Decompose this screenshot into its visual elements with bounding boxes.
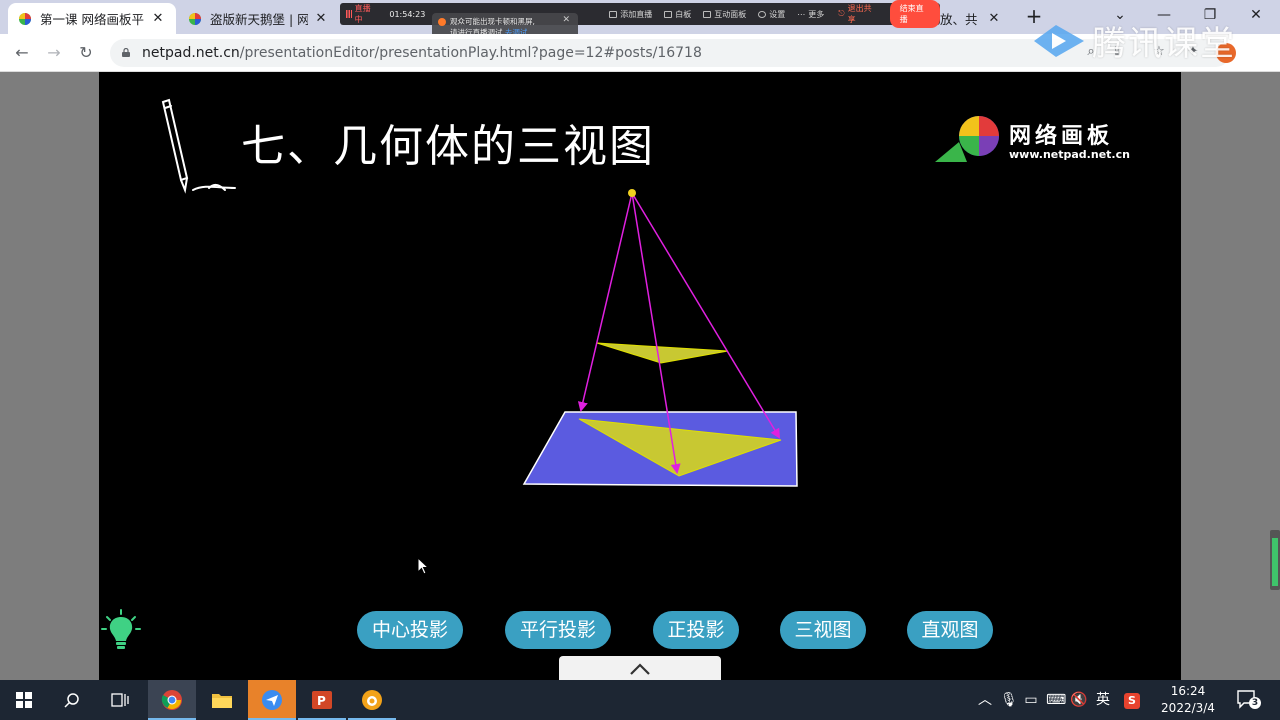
clock-date: 2022/3/4 (1161, 701, 1215, 715)
interactive-panel-button[interactable]: 互动面板 (703, 9, 746, 20)
speaker-muted-icon[interactable]: 🔇 (1070, 690, 1088, 710)
taskbar-file-explorer[interactable] (198, 680, 246, 720)
taskbar-tencent-classroom[interactable] (348, 680, 396, 720)
add-stream-button[interactable]: 添加直播 (609, 9, 652, 20)
add-stream-icon (609, 10, 618, 18)
tencent-classroom-watermark: 腾讯课堂 (1030, 16, 1236, 65)
live-stream-toolbar: 直播中 01:54:23 添加直播 白板 互动面板 设置 ⋯ 更多 ⎋ 退出共享 结… (340, 0, 940, 28)
tab-close-icon[interactable]: ✕ (986, 11, 1002, 26)
taskbar-feishu[interactable] (248, 680, 296, 720)
slide-title: 七、几何体的三视图 (241, 121, 655, 172)
central-projection-diagram[interactable] (499, 182, 819, 492)
tab-close-icon[interactable]: ✕ (150, 11, 166, 26)
lightbulb-icon[interactable] (101, 609, 141, 651)
tooltip-line-1: 观众可能出现卡顿和黑屏, (450, 17, 535, 26)
start-button[interactable] (0, 680, 48, 720)
search-icon (64, 693, 79, 708)
exit-icon: ⎋ (838, 9, 845, 18)
network-icon[interactable]: ⌨ (1046, 690, 1066, 710)
end-live-button[interactable]: 结束直播 (889, 0, 940, 28)
mouse-cursor-icon (417, 557, 429, 575)
original-triangle (596, 342, 729, 364)
brand-name: 网络画板 (1009, 124, 1114, 149)
search-button[interactable] (48, 680, 96, 720)
battery-icon[interactable]: ▭ (1022, 690, 1040, 710)
screen: 第一课 网络画板平 ✕ 盗版新天鹅堡 | 网络 ✕ 放、共 ✕ + ⌄ — ❐ … (0, 0, 1280, 720)
windows-logo-icon (16, 692, 32, 708)
task-view-icon (111, 693, 129, 707)
netpad-favicon-icon (189, 12, 201, 25)
parallel-projection-button[interactable]: 平行投影 (505, 611, 611, 649)
tooltip-close-icon[interactable]: ✕ (562, 15, 570, 26)
notification-count: 3 (1251, 698, 1259, 708)
live-timer: 01:54:23 (389, 9, 426, 19)
chevron-up-icon (630, 663, 650, 675)
taskbar-powerpoint[interactable]: P (298, 680, 346, 720)
central-projection-button[interactable]: 中心投影 (357, 611, 463, 649)
presentation-slide: 七、几何体的三视图 网络画板 www.netpad.net.cn 中心投影 平行… (99, 72, 1181, 682)
panel-icon (703, 10, 712, 18)
settings-button[interactable]: 设置 (758, 9, 785, 20)
taskbar-chrome[interactable] (148, 680, 196, 720)
slide-panel-toggle[interactable] (559, 656, 721, 682)
notification-icon (1237, 690, 1261, 709)
svg-text:P: P (317, 694, 326, 708)
input-method-indicator[interactable]: 英 (1094, 690, 1112, 710)
notification-center-button[interactable]: 3 (1234, 688, 1264, 712)
signal-bars-icon (346, 10, 352, 18)
live-status: 直播中 (346, 3, 377, 25)
reload-icon[interactable]: ↻ (74, 41, 98, 65)
powerpoint-icon: P (312, 691, 332, 709)
tencent-classroom-app-icon (362, 690, 382, 710)
light-source-point[interactable] (628, 189, 636, 197)
warning-icon (438, 18, 446, 26)
task-view-button[interactable] (96, 680, 144, 720)
brand-url: www.netpad.net.cn (1009, 148, 1130, 161)
whiteboard-icon (664, 10, 673, 18)
three-views-button[interactable]: 三视图 (780, 611, 866, 649)
tab-netpad-lesson[interactable]: 第一课 网络画板平 ✕ (8, 3, 176, 34)
sogou-ime-icon[interactable]: S (1122, 690, 1142, 710)
folder-icon (212, 694, 232, 708)
tab-partial[interactable]: 放、共 ✕ (940, 3, 1012, 34)
netpad-brand: 网络画板 www.netpad.net.cn (935, 110, 1145, 166)
lock-icon (122, 48, 130, 57)
orthographic-projection-button[interactable]: 正投影 (653, 611, 739, 649)
projection-ray-left (577, 192, 633, 412)
audio-level-meter (1270, 530, 1280, 590)
intuitive-view-button[interactable]: 直观图 (907, 611, 993, 649)
tab-title: 放、共 (940, 12, 978, 27)
tab-neuschwanstein[interactable]: 盗版新天鹅堡 | 网络 ✕ (178, 3, 338, 34)
gear-icon (758, 10, 767, 18)
system-clock[interactable]: 16:24 2022/3/4 (1156, 683, 1220, 717)
forward-arrow-icon[interactable]: → (42, 41, 66, 65)
more-dots-icon: ⋯ (797, 9, 806, 19)
tab-close-icon[interactable]: ✕ (314, 11, 328, 26)
tab-title: 第一课 网络画板平 (40, 12, 144, 27)
whiteboard-button[interactable]: 白板 (664, 9, 691, 20)
netpad-favicon-icon (19, 12, 31, 25)
exit-share-button[interactable]: ⎋ 退出共享 (838, 3, 877, 25)
watermark-text: 腾讯课堂 (1092, 24, 1236, 64)
url-text: netpad.net.cn/presentationEditor/present… (142, 45, 702, 61)
netpad-logo-icon (935, 116, 999, 162)
tab-title: 盗版新天鹅堡 | 网络 (210, 12, 309, 27)
tencent-classroom-logo-icon (1034, 24, 1084, 57)
projection-ray-right (631, 192, 781, 439)
more-button[interactable]: ⋯ 更多 (797, 9, 824, 20)
microphone-icon[interactable]: 🎙 (1000, 690, 1018, 710)
windows-taskbar: P ︿ 🎙 ▭ ⌨ 🔇 英 S 16:24 2022/3/4 3 (0, 680, 1280, 720)
tray-overflow-chevron-icon[interactable]: ︿ (976, 690, 994, 710)
audio-level-fill (1272, 538, 1278, 586)
window-close-icon[interactable]: ✕ (1234, 4, 1278, 28)
back-arrow-icon[interactable]: ← (10, 41, 34, 65)
paper-plane-icon (262, 690, 282, 710)
chrome-icon (161, 690, 182, 710)
clock-time: 16:24 (1170, 684, 1206, 698)
pencil-icon (161, 98, 236, 194)
